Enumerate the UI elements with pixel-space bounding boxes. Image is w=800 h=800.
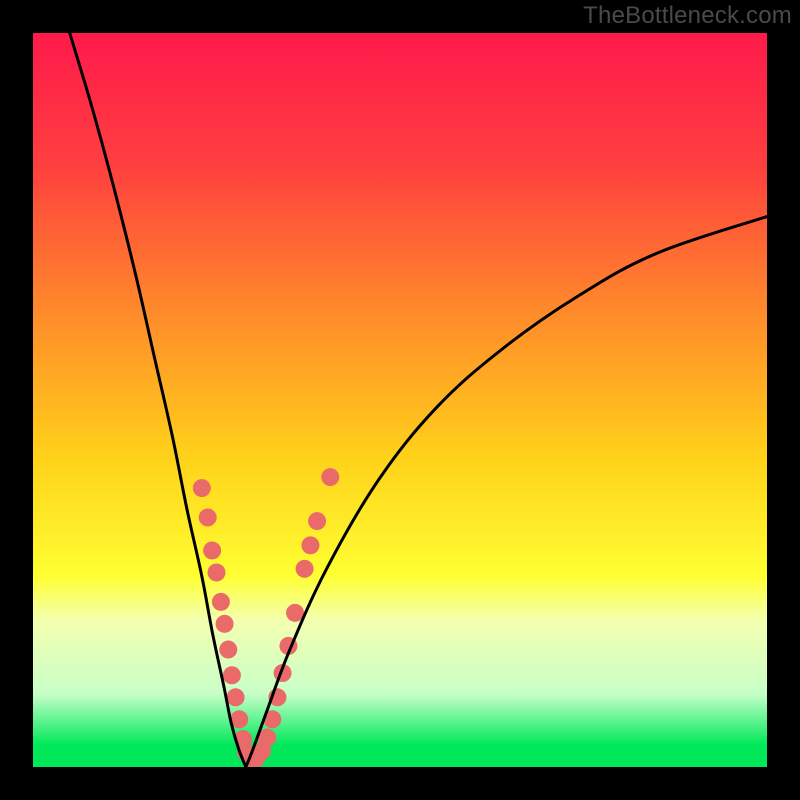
data-dot [321,468,339,486]
data-dot [193,479,211,497]
data-dot [216,615,234,633]
data-dot [223,666,241,684]
background-gradient [33,33,767,767]
watermark-text: TheBottleneck.com [583,2,792,30]
data-dot [208,563,226,581]
data-dot [308,512,326,530]
chart-svg [33,33,767,767]
data-dot [203,541,221,559]
plot-area [33,33,767,767]
data-dot [227,688,245,706]
chart-frame: TheBottleneck.com [0,0,800,800]
data-dot [212,593,230,611]
data-dot [296,560,314,578]
data-dot [199,508,217,526]
data-dot [219,641,237,659]
data-dot [301,536,319,554]
